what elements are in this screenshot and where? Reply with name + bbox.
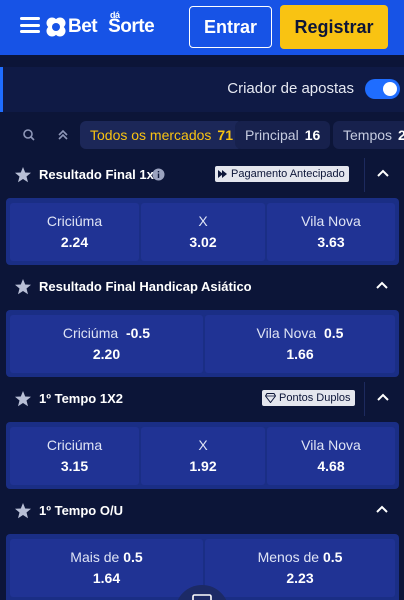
odd-button[interactable]: Criciúma 2.24 <box>10 203 139 261</box>
market-header[interactable]: Resultado Final Handicap Asiático <box>0 270 404 304</box>
odd-button[interactable]: X 1.92 <box>141 427 265 485</box>
fast-forward-icon <box>218 170 227 178</box>
collapse-button[interactable] <box>364 382 404 416</box>
odds-panel: Criciúma -0.5 2.20 Vila Nova 0.5 1.66 <box>6 310 399 377</box>
logo[interactable]: Bet dá Sorte <box>45 10 155 41</box>
odds-panel: Criciúma 3.15 X 1.92 Vila Nova 4.68 <box>6 422 399 489</box>
info-icon[interactable] <box>152 168 165 181</box>
tab-main[interactable]: Principal 16 <box>235 121 331 149</box>
collapse-button[interactable] <box>364 270 404 304</box>
market-title: Resultado Final Handicap Asiático <box>39 279 252 294</box>
collapse-button[interactable] <box>364 158 404 192</box>
star-icon[interactable] <box>14 390 32 408</box>
odds-panel: Criciúma 2.24 X 3.02 Vila Nova 3.63 <box>6 198 399 265</box>
odd-button[interactable]: Mais de 0.5 1.64 <box>10 539 203 597</box>
odd-button[interactable]: Criciúma -0.5 2.20 <box>10 315 203 373</box>
register-button[interactable]: Registrar <box>280 5 388 49</box>
tab-halves[interactable]: Tempos 2 <box>333 121 404 149</box>
clover-logo-icon <box>46 17 66 37</box>
search-icon[interactable] <box>21 127 37 143</box>
early-payout-badge: Pagamento Antecipado <box>215 166 349 182</box>
top-header: Bet dá Sorte Entrar Registrar <box>0 0 404 55</box>
odd-button[interactable]: Vila Nova 3.63 <box>267 203 395 261</box>
market-tabs: Todos os mercados 71 Principal 16 Tempos 2 <box>0 119 404 151</box>
market-title: Resultado Final 1x2 <box>39 167 162 182</box>
chevron-up-icon <box>376 281 388 289</box>
odd-button[interactable]: X 3.02 <box>141 203 265 261</box>
chevron-up-icon <box>377 169 389 177</box>
diamond-icon <box>265 393 276 403</box>
odd-button[interactable]: Vila Nova 4.68 <box>267 427 395 485</box>
bet-builder-label: Criador de apostas <box>227 80 354 97</box>
menu-icon[interactable] <box>20 17 40 33</box>
star-icon[interactable] <box>14 166 32 184</box>
odd-button[interactable]: Menos de 0.5 2.23 <box>205 539 395 597</box>
market-title: 1º Tempo 1X2 <box>39 391 123 406</box>
star-icon[interactable] <box>14 502 32 520</box>
bet-builder-row: Criador de apostas <box>0 67 404 112</box>
chevron-up-icon <box>376 505 388 513</box>
collapse-all-icon[interactable] <box>55 127 71 143</box>
login-button[interactable]: Entrar <box>189 6 272 48</box>
ticket-icon <box>192 594 212 600</box>
logo-text: Bet dá Sorte <box>68 10 155 37</box>
odd-button[interactable]: Vila Nova 0.5 1.66 <box>205 315 395 373</box>
market-header[interactable]: 1º Tempo O/U <box>0 494 404 528</box>
bet-builder-toggle[interactable] <box>365 79 400 99</box>
double-points-badge: Pontos Duplos <box>262 390 355 406</box>
market-title: 1º Tempo O/U <box>39 503 123 518</box>
odd-button[interactable]: Criciúma 3.15 <box>10 427 139 485</box>
collapse-button[interactable] <box>364 494 404 528</box>
star-icon[interactable] <box>14 278 32 296</box>
market-header[interactable]: Resultado Final 1x2 Pagamento Antecipado <box>0 158 404 192</box>
chevron-up-icon <box>377 393 389 401</box>
market-header[interactable]: 1º Tempo 1X2 Pontos Duplos <box>0 382 404 416</box>
tab-all-markets[interactable]: Todos os mercados 71 <box>80 121 243 149</box>
